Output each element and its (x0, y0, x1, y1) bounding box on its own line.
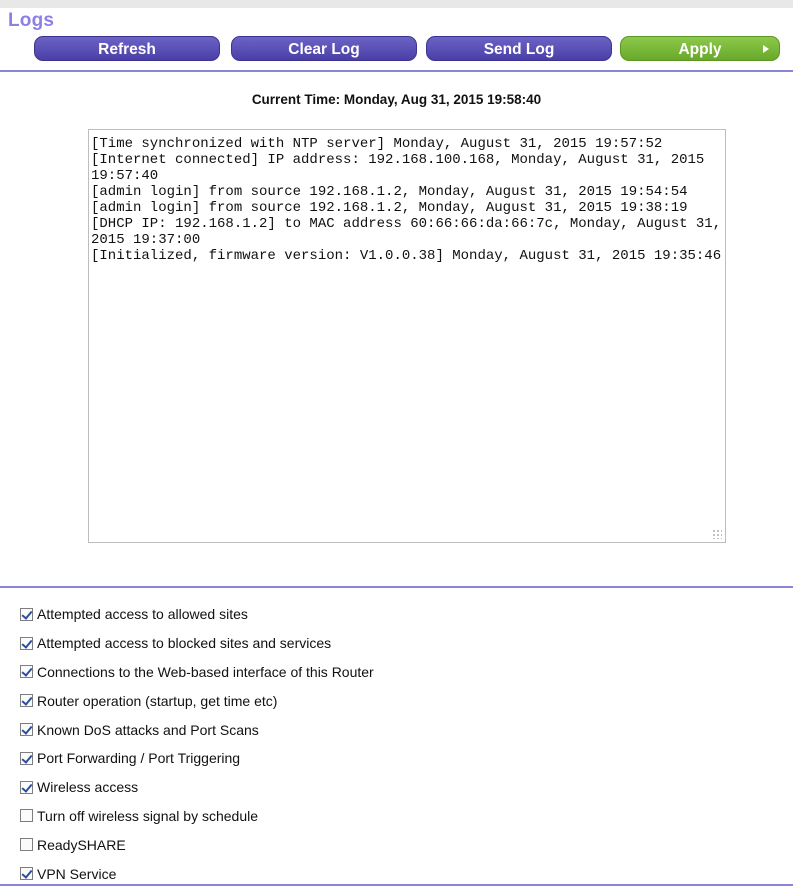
divider-top (0, 70, 793, 72)
option-checkbox[interactable] (20, 838, 33, 852)
option-checkbox[interactable] (20, 751, 33, 765)
option-label: Attempted access to allowed sites (37, 606, 248, 623)
page-title: Logs (8, 10, 55, 31)
arrow-right-icon (763, 45, 769, 53)
option-row[interactable]: Known DoS attacks and Port Scans (20, 715, 780, 744)
option-row[interactable]: Connections to the Web-based interface o… (20, 658, 780, 687)
apply-label: Apply (678, 41, 722, 58)
send-log-button[interactable]: Send Log (426, 36, 612, 61)
log-content: [Time synchronized with NTP server] Mond… (91, 136, 722, 264)
option-checkbox[interactable] (20, 607, 33, 621)
option-row[interactable]: ReadySHARE (20, 830, 780, 859)
top-border (0, 0, 793, 8)
apply-button[interactable]: Apply (620, 36, 780, 61)
option-row[interactable]: Turn off wireless signal by schedule (20, 802, 780, 831)
divider-middle (0, 586, 793, 588)
option-label: VPN Service (37, 865, 117, 882)
option-label: Turn off wireless signal by schedule (37, 807, 258, 824)
divider-bottom (0, 884, 793, 886)
current-time: Current Time: Monday, Aug 31, 2015 19:58… (251, 92, 542, 107)
clear-log-button[interactable]: Clear Log (231, 36, 417, 61)
log-textarea[interactable]: [Time synchronized with NTP server] Mond… (88, 129, 726, 543)
option-checkbox[interactable] (20, 694, 33, 708)
option-checkbox[interactable] (20, 809, 33, 823)
option-row[interactable]: Port Forwarding / Port Triggering (20, 744, 780, 773)
option-checkbox[interactable] (20, 723, 33, 737)
option-label: ReadySHARE (37, 836, 126, 853)
option-checkbox[interactable] (20, 636, 33, 650)
option-row[interactable]: Wireless access (20, 773, 780, 802)
option-row[interactable]: Attempted access to blocked sites and se… (20, 629, 780, 658)
option-checkbox[interactable] (20, 665, 33, 679)
resize-grip-icon[interactable] (712, 529, 722, 539)
option-checkbox[interactable] (20, 867, 33, 881)
refresh-button[interactable]: Refresh (34, 36, 220, 61)
option-row[interactable]: Attempted access to allowed sites (20, 600, 780, 629)
option-label: Wireless access (37, 779, 139, 796)
option-checkbox[interactable] (20, 780, 33, 794)
option-row[interactable]: Router operation (startup, get time etc) (20, 686, 780, 715)
log-options-list: Attempted access to allowed sites Attempt… (20, 600, 780, 888)
option-label: Port Forwarding / Port Triggering (37, 750, 241, 767)
option-label: Connections to the Web-based interface o… (37, 663, 374, 680)
option-label: Known DoS attacks and Port Scans (37, 721, 259, 738)
option-label: Attempted access to blocked sites and se… (37, 635, 332, 652)
option-label: Router operation (startup, get time etc) (37, 692, 278, 709)
